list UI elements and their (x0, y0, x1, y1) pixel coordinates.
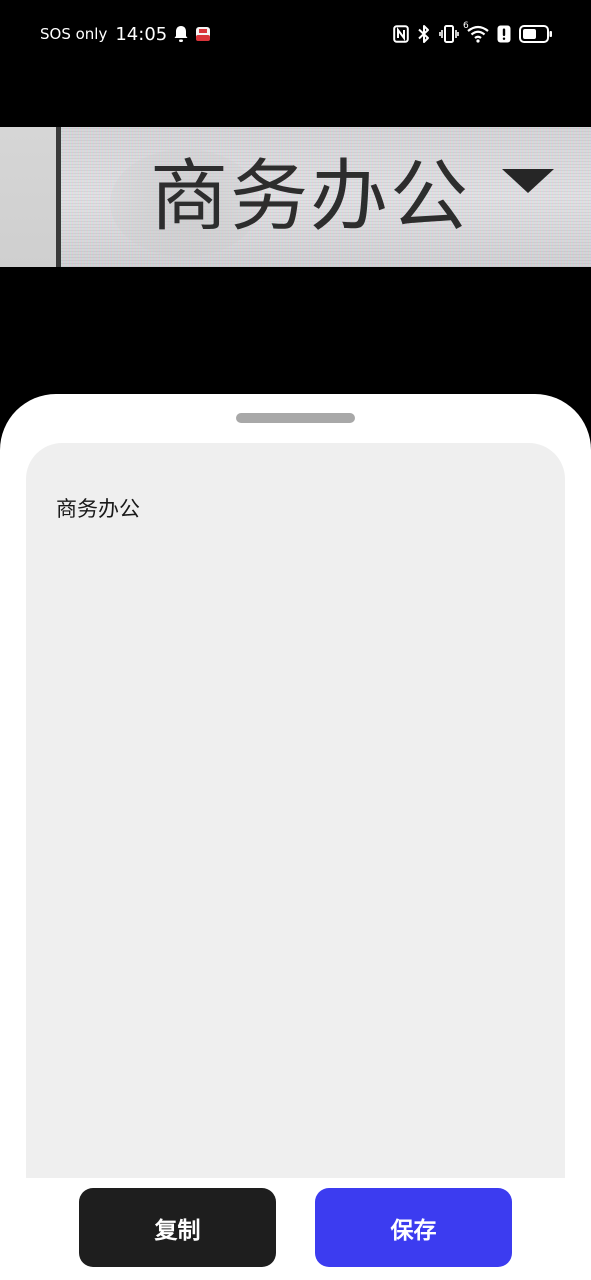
app-notification-icon (195, 26, 211, 42)
action-bar: 复制 保存 (0, 1178, 591, 1280)
clock-time: 14:05 (115, 23, 168, 45)
nfc-icon (393, 25, 409, 43)
battery-icon (519, 25, 553, 43)
carrier-text: SOS only (40, 25, 108, 43)
preview-left-panel (0, 127, 58, 267)
copy-button[interactable]: 复制 (79, 1188, 276, 1267)
status-left: SOS only 14:05 (40, 20, 211, 48)
bell-icon (173, 25, 189, 43)
recognized-text-card[interactable]: 商务办公 (26, 443, 565, 1178)
status-right: 6 (393, 20, 553, 48)
bluetooth-icon (417, 24, 431, 44)
vibrate-icon (439, 24, 459, 44)
recognized-text[interactable]: 商务办公 (56, 493, 140, 523)
wifi-standard-label: 6 (463, 21, 469, 31)
dropdown-arrow-icon (500, 167, 556, 199)
result-bottom-sheet: 商务办公 复制 保存 (0, 394, 591, 1280)
wifi-icon: 6 (463, 21, 489, 43)
sheet-drag-handle[interactable] (236, 413, 355, 423)
alert-icon (497, 25, 511, 43)
preview-captured-text: 商务办公 (150, 152, 471, 242)
preview-divider (56, 127, 61, 267)
captured-image-preview: 商务办公 (0, 127, 591, 267)
screen: SOS only 14:05 6 商务办公 商务办公 复制 保存 (0, 0, 591, 1280)
status-bar: SOS only 14:05 6 (0, 0, 591, 66)
save-button[interactable]: 保存 (315, 1188, 512, 1267)
